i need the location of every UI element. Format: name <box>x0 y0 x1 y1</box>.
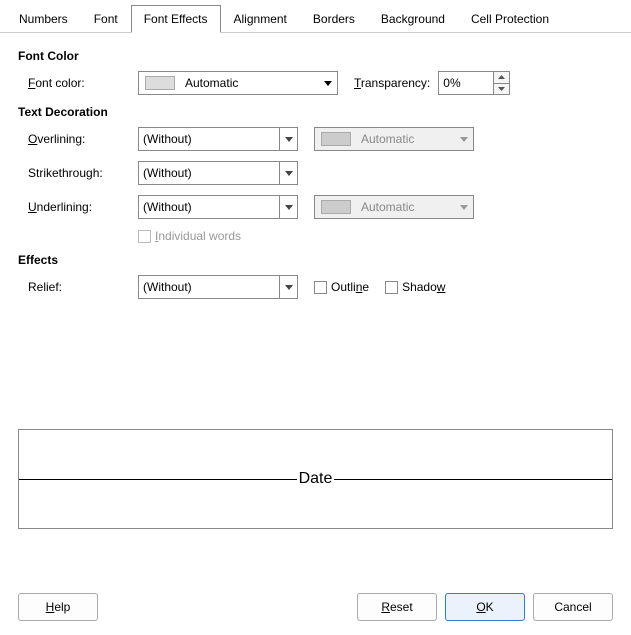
relief-dropdown[interactable]: (Without) <box>138 275 298 299</box>
relief-value: (Without) <box>139 280 279 294</box>
font-color-swatch <box>145 76 175 90</box>
individual-words-box <box>138 230 151 243</box>
transparency-spinner[interactable] <box>438 71 510 95</box>
underlining-color-swatch <box>321 200 351 214</box>
help-button[interactable]: Help <box>18 593 98 621</box>
transparency-down[interactable] <box>494 84 509 95</box>
reset-button[interactable]: Reset <box>357 593 437 621</box>
outline-label: Outline <box>331 280 369 294</box>
overlining-color-value: Automatic <box>357 132 455 146</box>
font-color-value: Automatic <box>181 76 319 90</box>
underlining-dropdown[interactable]: (Without) <box>138 195 298 219</box>
button-bar: Help Reset OK Cancel <box>18 593 613 621</box>
individual-words-checkbox: Individual words <box>138 229 241 243</box>
transparency-label: Transparency: <box>354 76 430 90</box>
overlining-value: (Without) <box>139 132 279 146</box>
tab-alignment[interactable]: Alignment <box>221 5 300 33</box>
transparency-up[interactable] <box>494 72 509 84</box>
overlining-color-arrow <box>455 128 473 150</box>
outline-box[interactable] <box>314 281 327 294</box>
section-text-decoration: Text Decoration <box>18 105 613 119</box>
underlining-color-value: Automatic <box>357 200 455 214</box>
preview-box: Date <box>18 429 613 529</box>
cancel-button[interactable]: Cancel <box>533 593 613 621</box>
tab-bar: Numbers Font Font Effects Alignment Bord… <box>0 0 631 33</box>
font-color-label: Font color: <box>28 76 138 90</box>
overlining-dropdown[interactable]: (Without) <box>138 127 298 151</box>
strikethrough-value: (Without) <box>139 166 279 180</box>
strikethrough-label: Strikethrough: <box>28 166 138 180</box>
strikethrough-dropdown[interactable]: (Without) <box>138 161 298 185</box>
outline-checkbox[interactable]: Outline <box>314 280 369 294</box>
tab-font[interactable]: Font <box>81 5 131 33</box>
underlining-arrow[interactable] <box>279 196 297 218</box>
relief-arrow[interactable] <box>279 276 297 298</box>
relief-label: Relief: <box>28 280 138 294</box>
section-effects: Effects <box>18 253 613 267</box>
individual-words-label: Individual words <box>155 229 241 243</box>
tab-background[interactable]: Background <box>368 5 458 33</box>
overlining-arrow[interactable] <box>279 128 297 150</box>
tab-numbers[interactable]: Numbers <box>6 5 81 33</box>
preview-text: Date <box>297 470 335 488</box>
section-font-color: Font Color <box>18 49 613 63</box>
underlining-value: (Without) <box>139 200 279 214</box>
shadow-box[interactable] <box>385 281 398 294</box>
tab-borders[interactable]: Borders <box>300 5 368 33</box>
underlining-color-dropdown: Automatic <box>314 195 474 219</box>
ok-button[interactable]: OK <box>445 593 525 621</box>
transparency-input[interactable] <box>439 72 493 94</box>
overlining-color-dropdown: Automatic <box>314 127 474 151</box>
tab-font-effects[interactable]: Font Effects <box>131 5 221 33</box>
shadow-label: Shadow <box>402 280 445 294</box>
shadow-checkbox[interactable]: Shadow <box>385 280 445 294</box>
tab-cell-protection[interactable]: Cell Protection <box>458 5 562 33</box>
overlining-color-swatch <box>321 132 351 146</box>
font-color-arrow[interactable] <box>319 72 337 94</box>
overlining-label: Overlining: <box>28 132 138 146</box>
font-color-dropdown[interactable]: Automatic <box>138 71 338 95</box>
underlining-color-arrow <box>455 196 473 218</box>
underlining-label: Underlining: <box>28 200 138 214</box>
strikethrough-arrow[interactable] <box>279 162 297 184</box>
